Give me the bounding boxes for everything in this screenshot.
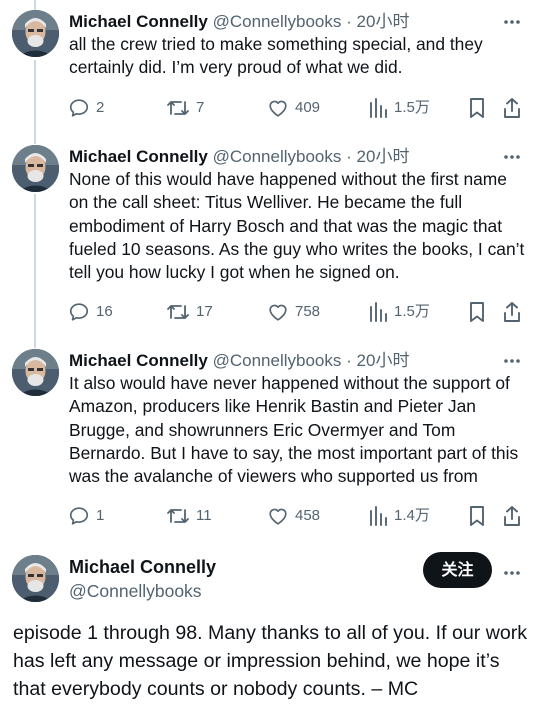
retweet-icon <box>167 509 189 523</box>
retweet-button[interactable]: 11 <box>166 504 212 528</box>
author-handle[interactable]: @Connellybooks <box>69 579 216 603</box>
share-icon <box>504 302 520 322</box>
views-count: 1.4万 <box>394 507 430 524</box>
views-icon <box>370 506 387 526</box>
tweet-header: Michael Connelly @Connellybooks <box>69 555 216 603</box>
reply-button[interactable]: 16 <box>68 300 113 324</box>
tweet[interactable]: Michael Connelly @Connellybooks · 20小时 I… <box>0 349 540 539</box>
author-handle[interactable]: @Connellybooks <box>213 351 342 370</box>
reply-count: 16 <box>96 303 113 320</box>
tweet-text: None of this would have happened without… <box>69 169 525 283</box>
retweet-button[interactable]: 7 <box>166 96 204 120</box>
like-count: 458 <box>295 507 321 524</box>
avatar[interactable] <box>12 349 59 396</box>
timestamp[interactable]: 20小时 <box>357 147 410 166</box>
retweet-icon <box>167 101 189 115</box>
share-icon <box>504 98 520 118</box>
tweet-text: episode 1 through 98. Many thanks to all… <box>13 622 528 700</box>
separator-dot: · <box>346 147 352 166</box>
like-button[interactable]: 758 <box>267 300 320 324</box>
bookmark-icon <box>470 302 484 322</box>
follow-button[interactable]: 关注 <box>423 552 492 588</box>
views-icon <box>370 98 387 118</box>
share-icon <box>504 506 520 526</box>
tweet-header: Michael Connelly @Connellybooks · 20小时 <box>69 10 409 34</box>
retweet-button[interactable]: 17 <box>166 300 213 324</box>
tweet-header: Michael Connelly @Connellybooks · 20小时 <box>69 145 409 169</box>
thread-line <box>34 0 36 10</box>
like-button[interactable]: 458 <box>267 504 320 528</box>
like-count: 758 <box>295 303 321 320</box>
views-button[interactable]: 1.5万 <box>368 96 430 120</box>
bookmark-icon <box>470 506 484 526</box>
action-bar: 2 7 409 1.5万 <box>68 96 528 120</box>
timestamp[interactable]: 20小时 <box>357 351 410 370</box>
timestamp[interactable]: 20小时 <box>357 12 410 31</box>
action-bar: 1 11 458 1.4万 <box>68 504 528 528</box>
views-button[interactable]: 1.5万 <box>368 300 430 324</box>
more-icon[interactable] <box>502 355 522 367</box>
views-count: 1.5万 <box>394 303 430 320</box>
action-bar: 16 17 758 1.5万 <box>68 300 528 324</box>
bookmark-button[interactable] <box>468 300 492 324</box>
avatar[interactable] <box>12 145 59 192</box>
author-name[interactable]: Michael Connelly <box>69 12 208 31</box>
more-icon[interactable] <box>502 151 522 163</box>
like-icon <box>269 508 287 525</box>
author-handle[interactable]: @Connellybooks <box>213 12 342 31</box>
retweet-count: 17 <box>196 303 213 320</box>
reply-icon <box>69 99 89 117</box>
bookmark-button[interactable] <box>468 96 492 120</box>
tweet-text: It also would have never happened withou… <box>69 373 519 487</box>
like-icon <box>269 304 287 321</box>
separator-dot: · <box>346 351 352 370</box>
retweet-count: 7 <box>196 99 205 116</box>
like-count: 409 <box>295 99 321 116</box>
retweet-icon <box>167 305 189 319</box>
like-button[interactable]: 409 <box>267 96 320 120</box>
share-button[interactable] <box>502 96 528 120</box>
tweet-header: Michael Connelly @Connellybooks · 20小时 <box>69 349 409 373</box>
like-icon <box>269 100 287 117</box>
more-icon[interactable] <box>502 567 522 579</box>
retweet-count: 11 <box>196 507 212 524</box>
avatar[interactable] <box>12 10 59 57</box>
author-name[interactable]: Michael Connelly <box>69 351 208 370</box>
views-count: 1.5万 <box>394 99 430 116</box>
tweet-text: all the crew tried to make something spe… <box>69 34 483 78</box>
author-handle[interactable]: @Connellybooks <box>213 147 342 166</box>
bookmark-icon <box>470 98 484 118</box>
reply-icon <box>69 507 89 525</box>
tweet[interactable]: Michael Connelly @Connellybooks · 20小时 a… <box>0 10 540 140</box>
reply-icon <box>69 303 89 321</box>
bookmark-button[interactable] <box>468 504 492 528</box>
views-button[interactable]: 1.4万 <box>368 504 430 528</box>
share-button[interactable] <box>502 300 528 324</box>
reply-count: 2 <box>96 99 105 116</box>
author-name[interactable]: Michael Connelly <box>69 555 216 579</box>
share-button[interactable] <box>502 504 528 528</box>
author-name[interactable]: Michael Connelly <box>69 147 208 166</box>
more-icon[interactable] <box>502 16 522 28</box>
reply-button[interactable]: 1 <box>68 504 104 528</box>
reply-button[interactable]: 2 <box>68 96 104 120</box>
separator-dot: · <box>346 12 352 31</box>
reply-count: 1 <box>96 507 105 524</box>
views-icon <box>370 302 387 322</box>
avatar[interactable] <box>12 555 59 602</box>
tweet[interactable]: Michael Connelly @Connellybooks · 20小时 N… <box>0 145 540 335</box>
